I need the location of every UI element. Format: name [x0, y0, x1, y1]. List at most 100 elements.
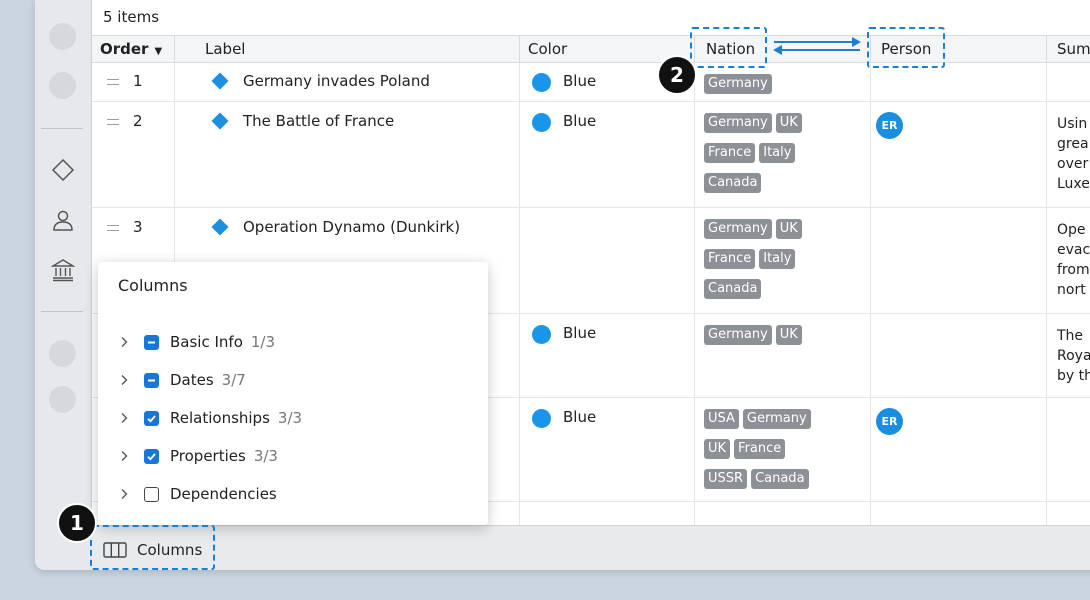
- callout-badge-2: 2: [657, 55, 697, 95]
- rail-placeholder-1[interactable]: [49, 23, 76, 50]
- avatar[interactable]: ER: [876, 112, 903, 139]
- rail-placeholder-4[interactable]: [49, 386, 76, 413]
- color-swatch: [532, 325, 551, 344]
- table-footer: Columns: [91, 525, 1090, 570]
- nation-cell: USA Germany UK France USSR Canada: [695, 398, 871, 501]
- nation-tag[interactable]: USSR: [704, 469, 748, 489]
- column-group-dates[interactable]: Dates 3/7: [118, 368, 246, 392]
- color-name: Blue: [563, 408, 597, 426]
- rail-divider: [41, 311, 83, 312]
- empty-checkbox[interactable]: [144, 486, 159, 502]
- nation-tag[interactable]: Canada: [704, 279, 762, 299]
- row-label[interactable]: The Battle of France: [243, 112, 394, 130]
- checked-checkbox[interactable]: [144, 448, 159, 464]
- chevron-right-icon[interactable]: [118, 374, 130, 386]
- person-icon[interactable]: [49, 206, 76, 233]
- nation-highlight-box: [690, 27, 767, 68]
- checked-checkbox[interactable]: [144, 410, 159, 426]
- person-cell: [871, 502, 1047, 525]
- chevron-right-icon[interactable]: [118, 412, 130, 424]
- rail-placeholder-3[interactable]: [49, 340, 76, 367]
- group-label: Basic Info: [170, 333, 243, 351]
- color-swatch: [532, 73, 551, 92]
- group-count: 1/3: [250, 333, 276, 351]
- nation-tag[interactable]: France: [704, 249, 756, 269]
- partial-checkbox[interactable]: [144, 334, 159, 350]
- nation-tag[interactable]: Germany: [742, 409, 811, 429]
- row-label[interactable]: Operation Dynamo (Dunkirk): [243, 218, 460, 236]
- drag-handle-icon[interactable]: [107, 79, 119, 85]
- nation-cell: Germany UK: [695, 314, 871, 397]
- column-header-order[interactable]: Order ▼: [92, 36, 175, 62]
- table-row[interactable]: 1 Germany invades Poland Blue Germany: [92, 62, 1090, 102]
- rail-placeholder-2[interactable]: [49, 72, 76, 99]
- color-cell: [520, 208, 695, 313]
- item-count: 5 items: [103, 8, 160, 26]
- chevron-right-icon[interactable]: [118, 336, 130, 348]
- nation-tag[interactable]: France: [734, 439, 786, 459]
- group-count: 3/3: [277, 409, 303, 427]
- bank-icon[interactable]: [49, 256, 76, 283]
- nation-tag[interactable]: UK: [775, 219, 802, 239]
- color-name: Blue: [563, 324, 597, 342]
- order-number: 1: [133, 72, 143, 90]
- order-number: 3: [133, 218, 143, 236]
- group-label: Dependencies: [170, 485, 277, 503]
- drag-handle-icon[interactable]: [107, 119, 119, 125]
- column-header-label[interactable]: Label: [175, 36, 520, 62]
- nation-tag[interactable]: Italy: [759, 143, 796, 163]
- column-group-relationships[interactable]: Relationships 3/3: [118, 406, 302, 430]
- columns-button-highlight-box: [90, 525, 215, 570]
- nation-cell: Germany UK France Italy Canada: [695, 208, 871, 313]
- nation-cell: Germany UK France Italy Canada: [695, 102, 871, 207]
- column-group-basic-info[interactable]: Basic Info 1/3: [118, 330, 275, 354]
- nation-tag[interactable]: France: [704, 143, 756, 163]
- summary-line: Roya: [1057, 348, 1090, 364]
- summary-line: from: [1057, 262, 1090, 278]
- summary-cell: [1047, 398, 1090, 501]
- summary-cell: The Roya by th: [1047, 314, 1090, 397]
- avatar[interactable]: ER: [876, 408, 903, 435]
- drag-handle-icon[interactable]: [107, 225, 119, 231]
- color-swatch: [532, 409, 551, 428]
- color-cell: Blue: [520, 102, 695, 207]
- nation-tag[interactable]: Italy: [759, 249, 796, 269]
- nation-tag[interactable]: UK: [704, 439, 731, 459]
- color-name: Blue: [563, 112, 597, 130]
- color-name: Blue: [563, 72, 597, 90]
- column-header-summary[interactable]: Sum: [1047, 36, 1090, 62]
- summary-line: The: [1057, 328, 1084, 344]
- order-cell: 2: [92, 102, 175, 207]
- summary-line: nort: [1057, 282, 1086, 298]
- chevron-right-icon[interactable]: [118, 450, 130, 462]
- swap-arrows-icon: [773, 37, 861, 55]
- nation-tag[interactable]: UK: [775, 325, 802, 345]
- table-row[interactable]: 2 The Battle of France Blue Germany UK Fr…: [92, 102, 1090, 208]
- partial-checkbox[interactable]: [144, 372, 159, 388]
- column-header-order-label: Order: [100, 40, 149, 58]
- nation-tag[interactable]: USA: [704, 409, 739, 429]
- nation-tag[interactable]: Canada: [751, 469, 809, 489]
- summary-line: grea: [1057, 136, 1089, 152]
- nation-tag[interactable]: UK: [775, 113, 802, 133]
- diamond-icon[interactable]: [49, 156, 76, 183]
- color-cell: [520, 502, 695, 525]
- order-cell: 1: [92, 62, 175, 101]
- nation-tag[interactable]: Germany: [704, 113, 772, 133]
- column-group-dependencies[interactable]: Dependencies: [118, 482, 277, 506]
- nation-tag[interactable]: Germany: [704, 219, 772, 239]
- nation-tag[interactable]: Germany: [704, 74, 772, 94]
- chevron-right-icon[interactable]: [118, 488, 130, 500]
- row-label[interactable]: Germany invades Poland: [243, 72, 430, 90]
- group-count: 3/7: [221, 371, 246, 389]
- event-diamond-icon: [211, 112, 229, 130]
- column-group-properties[interactable]: Properties 3/3: [118, 444, 278, 468]
- nation-tag[interactable]: Germany: [704, 325, 772, 345]
- summary-line: over: [1057, 156, 1089, 172]
- nation-tag[interactable]: Canada: [704, 173, 762, 193]
- group-count: 3/3: [253, 447, 278, 465]
- person-cell: [871, 314, 1047, 397]
- sort-caret-icon: ▼: [154, 46, 163, 57]
- color-cell: Blue: [520, 314, 695, 397]
- summary-line: by th: [1057, 368, 1090, 384]
